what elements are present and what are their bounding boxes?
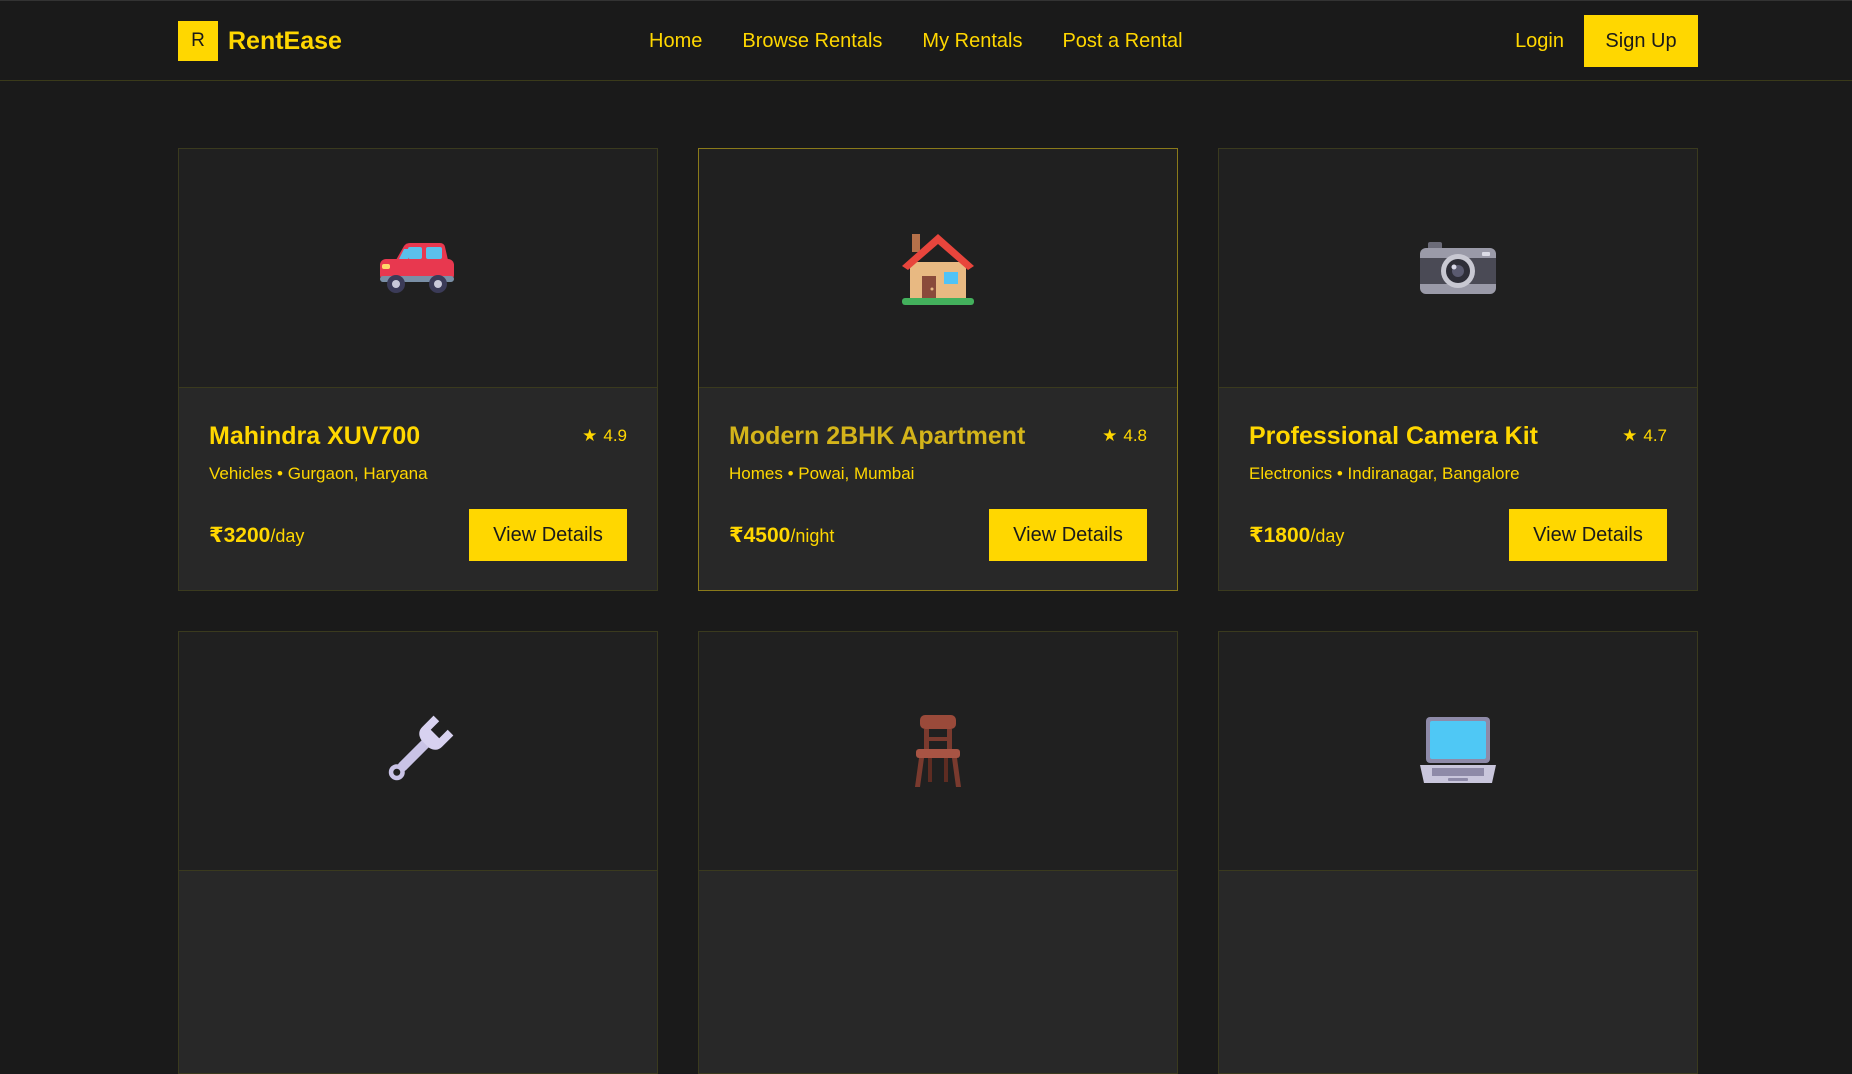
view-details-button[interactable]: View Details <box>469 509 627 561</box>
navbar: R RentEase Home Browse Rentals My Rental… <box>0 0 1852 81</box>
listing-card[interactable]: Mahindra XUV700 ★ 4.9 Vehicles • Gurgaon… <box>178 148 658 591</box>
listing-card[interactable]: Professional Camera Kit ★ 4.7 Electronic… <box>1218 148 1698 591</box>
listing-price: ₹4500/night <box>729 523 834 548</box>
listing-title: Modern 2BHK Apartment <box>729 421 1026 450</box>
camera-icon <box>1418 228 1498 308</box>
signup-button[interactable]: Sign Up <box>1584 15 1698 67</box>
chair-icon <box>898 711 978 791</box>
card-image <box>179 632 657 871</box>
star-icon: ★ <box>582 426 598 445</box>
nav-actions: Login Sign Up <box>1515 15 1698 67</box>
star-icon: ★ <box>1622 426 1638 445</box>
nav-home[interactable]: Home <box>649 30 702 53</box>
rating-value: 4.8 <box>1123 426 1147 445</box>
listing-meta: Vehicles • Gurgaon, Haryana <box>209 464 428 483</box>
house-icon <box>898 228 978 308</box>
price-amount: ₹4500 <box>729 523 791 547</box>
card-image <box>699 149 1177 388</box>
listing-meta: Homes • Powai, Mumbai <box>729 464 915 483</box>
brand-mark: R <box>178 21 218 61</box>
price-amount: ₹1800 <box>1249 523 1311 547</box>
brand-name: RentEase <box>228 26 342 55</box>
nav-browse-rentals[interactable]: Browse Rentals <box>742 30 882 53</box>
listing-price: ₹1800/day <box>1249 523 1344 548</box>
nav-my-rentals[interactable]: My Rentals <box>922 30 1022 53</box>
rating-value: 4.9 <box>603 426 627 445</box>
listing-price: ₹3200/day <box>209 523 304 548</box>
view-details-button[interactable]: View Details <box>989 509 1147 561</box>
price-amount: ₹3200 <box>209 523 271 547</box>
price-unit: /day <box>1310 525 1345 546</box>
main-nav: Home Browse Rentals My Rentals Post a Re… <box>649 1 1183 81</box>
rating: ★ 4.9 <box>582 426 627 446</box>
card-image <box>1219 632 1697 871</box>
card-body <box>699 871 1177 1073</box>
listing-card[interactable]: Modern 2BHK Apartment ★ 4.8 Homes • Powa… <box>698 148 1178 591</box>
nav-post-rental[interactable]: Post a Rental <box>1062 30 1182 53</box>
card-body: Professional Camera Kit ★ 4.7 Electronic… <box>1219 388 1697 590</box>
view-details-button[interactable]: View Details <box>1509 509 1667 561</box>
rating: ★ 4.7 <box>1622 426 1667 446</box>
rating: ★ 4.8 <box>1102 426 1147 446</box>
star-icon: ★ <box>1102 426 1118 445</box>
card-body: Modern 2BHK Apartment ★ 4.8 Homes • Powa… <box>699 388 1177 590</box>
login-link[interactable]: Login <box>1515 30 1564 53</box>
listing-grid: Mahindra XUV700 ★ 4.9 Vehicles • Gurgaon… <box>178 148 1698 1074</box>
card-image <box>179 149 657 388</box>
laptop-icon <box>1418 711 1498 791</box>
listing-title: Professional Camera Kit <box>1249 421 1538 450</box>
wrench-icon <box>378 711 458 791</box>
rating-value: 4.7 <box>1643 426 1667 445</box>
price-unit: /day <box>270 525 305 546</box>
brand-logo[interactable]: R RentEase <box>178 21 342 61</box>
card-image <box>1219 149 1697 388</box>
price-unit: /night <box>790 525 835 546</box>
listing-title: Mahindra XUV700 <box>209 421 421 450</box>
card-body <box>1219 871 1697 1073</box>
listing-card[interactable] <box>1218 631 1698 1074</box>
card-body: Mahindra XUV700 ★ 4.9 Vehicles • Gurgaon… <box>179 388 657 590</box>
card-body <box>179 871 657 1073</box>
car-icon <box>378 228 458 308</box>
listing-meta: Electronics • Indiranagar, Bangalore <box>1249 464 1520 483</box>
listing-card[interactable] <box>698 631 1178 1074</box>
listing-card[interactable] <box>178 631 658 1074</box>
card-image <box>699 632 1177 871</box>
